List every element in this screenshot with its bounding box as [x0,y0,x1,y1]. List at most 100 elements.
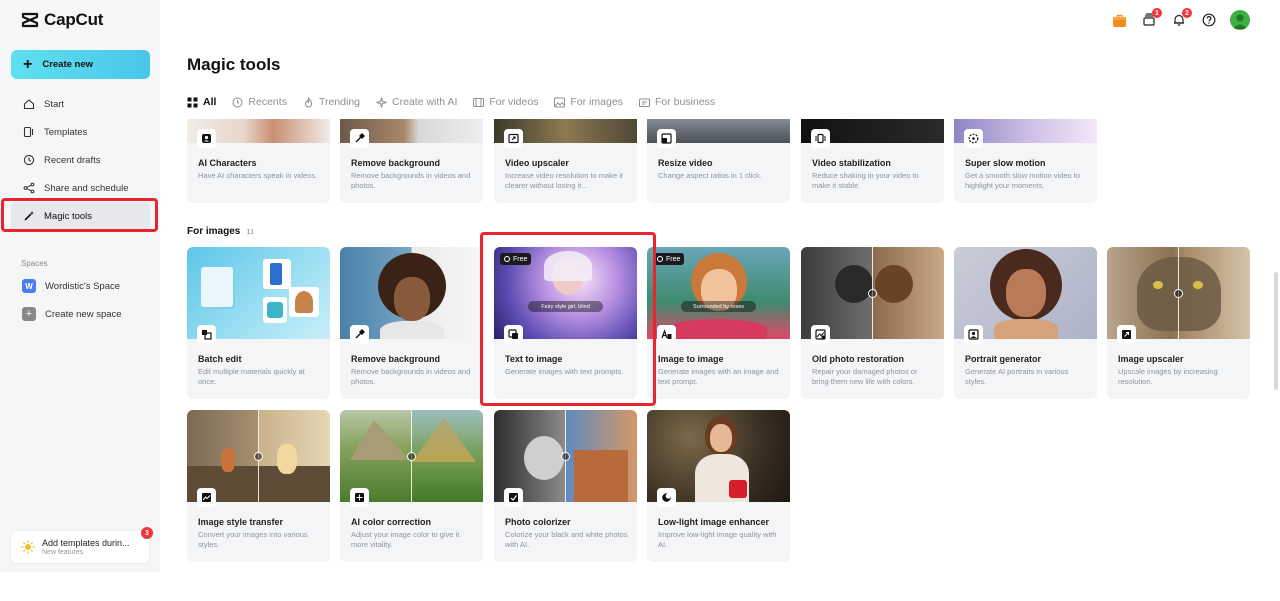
card-title: Image style transfer [198,517,284,527]
text-to-image-icon [504,325,523,344]
gift-icon[interactable] [1110,11,1128,29]
card-description: Generate images with an image and text p… [658,367,779,386]
sparkle-icon [376,96,387,108]
tool-card-video-stabilization[interactable]: Video stabilization Reduce shaking in yo… [801,119,944,203]
tool-card-text-to-image[interactable]: Free Fairy style girl, blind Text to ima… [494,247,637,399]
slow-motion-icon [964,129,983,148]
help-icon[interactable] [1200,11,1218,29]
free-badge-label: Free [513,255,528,263]
tool-card-photo-colorizer[interactable]: Photo colorizer Colorize your black and … [494,410,637,562]
tool-card-old-photo-restoration[interactable]: Old photo restoration Repair your damage… [801,247,944,399]
ai-character-icon [197,129,216,148]
compare-handle [254,452,263,461]
compare-handle [1174,289,1183,298]
sidebar-item-start[interactable]: Start [11,90,150,118]
tab-label: Trending [318,96,361,108]
tools-grid: AI Characters Have AI characters speak i… [0,119,1280,601]
tab-for-images[interactable]: For images [554,96,623,108]
tab-label: Create with AI [392,96,458,108]
card-description: Get a smooth slow motion video to highli… [965,171,1081,190]
tool-card-batch-edit[interactable]: Batch edit Edit multiple materials quick… [187,247,330,399]
tool-card-image-to-image[interactable]: Free Surrounded by roses Image to image … [647,247,790,399]
card-description: Increase video resolution to make it cle… [505,171,623,190]
tab-label: For images [570,96,623,108]
tool-card-super-slow-motion[interactable]: Super slow motion Get a smooth slow moti… [954,119,1097,203]
compare-handle [561,452,570,461]
flame-icon [304,96,312,107]
card-description: Remove backgrounds in videos and photos. [351,367,471,386]
bell-icon[interactable]: 2 [1170,8,1192,29]
tool-card-remove-background-video[interactable]: Remove background Remove backgrounds in … [340,119,483,203]
tool-card-image-upscaler[interactable]: Image upscaler Upscale images by increas… [1107,247,1250,399]
card-title: AI Characters [198,158,257,168]
tab-for-videos[interactable]: For videos [473,96,538,108]
clock-icon [232,97,243,107]
tool-card-image-style-transfer[interactable]: Image style transfer Convert your images… [187,410,330,562]
portrait-icon [964,325,983,344]
capcut-logo[interactable]: CapCut [20,10,103,30]
tool-card-resize-video[interactable]: Resize video Change aspect ratios in 1 c… [647,119,790,203]
card-title: Portrait generator [965,354,1042,364]
free-badge: Free [500,253,532,265]
tool-card-ai-color-correction[interactable]: AI color correction Adjust your image co… [340,410,483,562]
section-heading-for-images: For images 11 [187,226,254,237]
tab-trending[interactable]: Trending [303,96,360,108]
free-badge: Free [653,253,685,265]
card-description: Repair your damaged photos or bring them… [812,367,918,386]
free-badge-icon [504,256,510,262]
home-icon [22,98,35,111]
notifications-badge: 2 [1182,8,1192,18]
user-avatar[interactable] [1230,10,1250,30]
card-description: Convert your images into various styles. [198,530,308,549]
page-title: Magic tools [187,55,281,74]
film-icon [473,97,485,107]
low-light-icon [657,488,676,507]
style-transfer-icon [197,488,216,507]
card-title: Image to image [658,354,724,364]
tool-card-remove-background-image[interactable]: Remove background Remove backgrounds in … [340,247,483,399]
card-description: Generate images with text prompts. [505,367,624,376]
tab-for-business[interactable]: For business [638,96,715,108]
card-description: Improve low-light image quality with AI. [658,530,777,549]
tab-create-with-ai[interactable]: Create with AI [376,96,457,108]
card-title: Image upscaler [1118,354,1184,364]
create-new-button[interactable]: + Create new [11,50,150,79]
prompt-preview: Fairy style girl, blind [528,301,603,312]
card-description: Edit multiple materials quickly at once. [198,367,305,386]
card-title: Old photo restoration [812,354,904,364]
color-correction-icon [350,488,369,507]
card-description: Remove backgrounds in videos and photos. [351,171,471,190]
card-description: Upscale images by increasing resolution. [1118,367,1218,386]
card-title: Remove background [351,354,441,364]
card-title: Low-light image enhancer [658,517,770,527]
card-title: Remove background [351,158,441,168]
card-description: Reduce shaking in your video to make it … [812,171,919,190]
tab-all[interactable]: All [187,96,216,108]
stabilize-icon [811,129,830,148]
free-badge-label: Free [666,255,681,263]
plus-icon: + [23,55,33,73]
queue-icon[interactable]: 1 [1140,8,1162,29]
tab-label: All [203,96,217,108]
tool-card-low-light-image-enhancer[interactable]: Low-light image enhancer Improve low-lig… [647,410,790,562]
grid-icon [187,97,198,107]
top-bar: 1 2 [1110,8,1250,30]
queue-badge: 1 [1152,8,1162,18]
sidebar-item-label: Start [44,98,65,110]
card-title: Photo colorizer [505,517,571,527]
tool-card-video-upscaler[interactable]: Video upscaler Increase video resolution… [494,119,637,203]
tab-recents[interactable]: Recents [232,96,287,108]
tool-card-portrait-generator[interactable]: Portrait generator Generate AI portraits… [954,247,1097,399]
tool-card-ai-characters[interactable]: AI Characters Have AI characters speak i… [187,119,330,203]
card-title: Batch edit [198,354,242,364]
card-title: Resize video [658,158,713,168]
compare-handle [407,452,416,461]
tab-label: For videos [489,96,539,108]
scrollbar[interactable] [1274,272,1278,390]
card-description: Adjust your image color to give it more … [351,530,460,549]
card-description: Change aspect ratios in 1 click. [658,171,762,180]
capcut-logo-icon [21,12,39,28]
eraser-icon [350,325,369,344]
card-description: Colorize your black and white photos wit… [505,530,628,549]
section-title: For images [187,226,241,237]
